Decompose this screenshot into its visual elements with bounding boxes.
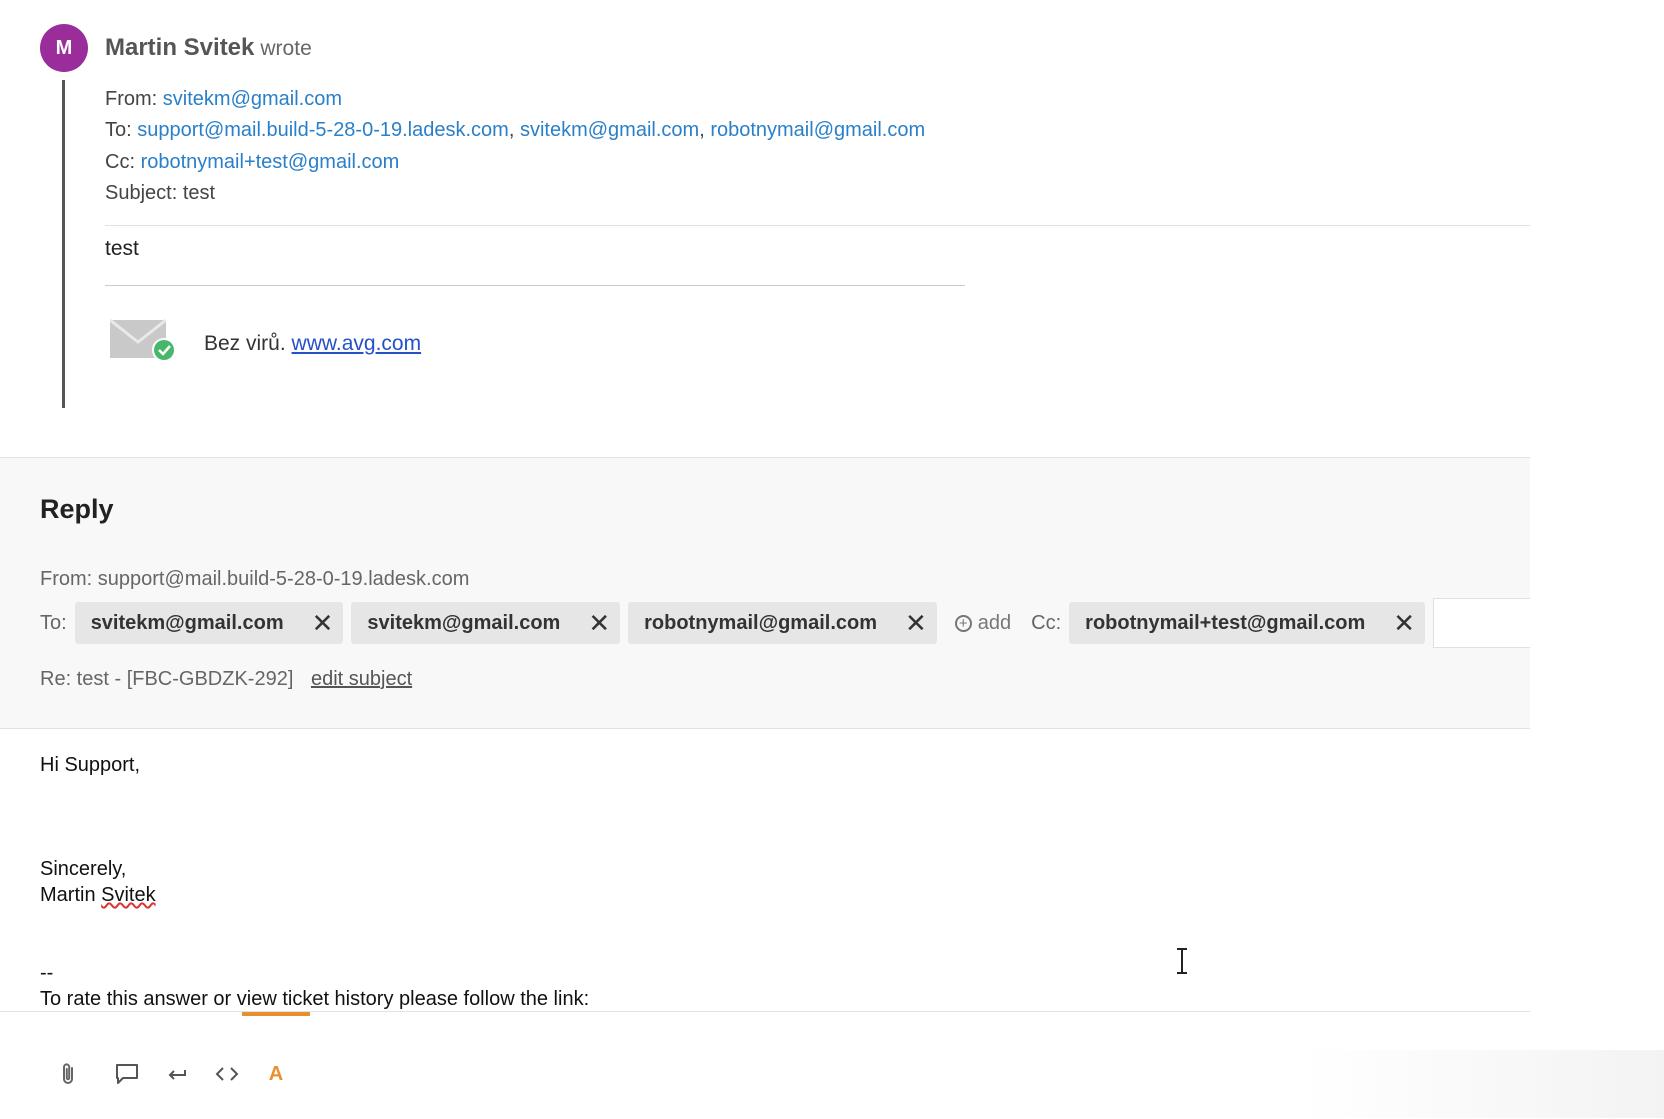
signature-first: Martin [40, 884, 96, 906]
email-view: M Martin Svitek wrote From: svitekm@gmail… [0, 0, 1544, 1119]
rate-line: To rate this answer or view ticket histo… [40, 988, 590, 1010]
toolbar-accent-indicator [242, 1012, 310, 1016]
recipients-row: To: svitekm@gmail.com ✕ svitekm@gmail.co… [40, 598, 1544, 648]
cc-input[interactable] [1433, 598, 1544, 648]
chip-address: robotnymail+test@gmail.com [1085, 611, 1366, 634]
signature-line: Martin Svitek [40, 882, 1440, 908]
window-edge-shadow [1300, 1050, 1664, 1118]
cc-label: Cc: [105, 151, 135, 173]
paperclip-icon [63, 1063, 73, 1084]
text-format-button[interactable]: A [262, 1060, 290, 1088]
subject-row: Re: test - [FBC-GBDZK-292] edit subject [40, 668, 412, 691]
avg-link[interactable]: www.avg.com [292, 332, 422, 355]
quoted-body: test [105, 237, 139, 260]
mail-check-icon [110, 318, 176, 362]
recipient-chip[interactable]: svitekm@gmail.com ✕ [351, 602, 621, 644]
edit-subject-link[interactable]: edit subject [311, 668, 412, 690]
remove-icon[interactable]: ✕ [905, 610, 927, 636]
to-address[interactable]: robotnymail@gmail.com [710, 119, 925, 141]
wrote-label: wrote [260, 37, 312, 60]
to-label: To: [105, 119, 132, 141]
comment-button[interactable] [113, 1060, 141, 1088]
code-icon [215, 1067, 239, 1081]
avg-text: Bez virů. [204, 332, 286, 355]
quoted-from: From: svitekm@gmail.com [105, 88, 342, 111]
greeting-line: Hi Support, [40, 754, 141, 776]
quoted-cc: Cc: robotnymail+test@gmail.com [105, 151, 399, 174]
avg-notice: Bez virů. www.avg.com [204, 332, 421, 356]
quote-bar [62, 80, 65, 408]
to-address[interactable]: support@mail.build-5-28-0-19.ladesk.com [137, 119, 509, 141]
reply-header: Reply From: support@mail.build-5-28-0-19… [0, 457, 1544, 729]
quoted-message: M Martin Svitek wrote From: svitekm@gmail… [0, 0, 1530, 457]
author-name: Martin Svitek [105, 34, 255, 61]
to-address[interactable]: svitekm@gmail.com [520, 119, 699, 141]
chip-address: robotnymail@gmail.com [644, 611, 877, 634]
add-label: add [977, 611, 1012, 634]
recipient-chip[interactable]: robotnymail@gmail.com ✕ [628, 602, 937, 644]
reply-title: Reply [40, 494, 114, 524]
divider [105, 225, 1530, 226]
reply-from: From: support@mail.build-5-28-0-19.lades… [40, 568, 470, 590]
add-recipient-button[interactable]: + add [954, 611, 1012, 635]
chip-address: svitekm@gmail.com [367, 611, 561, 634]
remove-icon[interactable]: ✕ [588, 610, 610, 636]
source-code-button[interactable] [213, 1060, 241, 1088]
quoted-to: To: support@mail.build-5-28-0-19.ladesk.… [105, 119, 926, 141]
quoted-subject: Subject: test [105, 182, 216, 204]
avatar: M [40, 24, 88, 72]
plus-circle-icon: + [954, 614, 972, 632]
reply-editor[interactable]: Hi Support, Sincerely, Martin Svitek -- … [40, 752, 1440, 1012]
separator-line: -- [40, 962, 54, 984]
to-label: To: [40, 611, 67, 634]
reply-subject: Re: test - [FBC-GBDZK-292] [40, 668, 294, 690]
attach-button[interactable] [55, 1060, 83, 1088]
remove-icon[interactable]: ✕ [1393, 610, 1415, 636]
spellcheck-word: Svitek [101, 884, 156, 906]
from-label: From: [105, 88, 158, 110]
remove-icon[interactable]: ✕ [312, 610, 334, 636]
reply-arrow-icon [168, 1070, 186, 1080]
cc-address[interactable]: robotnymail+test@gmail.com [141, 151, 400, 173]
author-line: Martin Svitek wrote [105, 34, 312, 62]
closing-line: Sincerely, [40, 858, 127, 880]
comment-icon [116, 1064, 138, 1084]
reply-button[interactable] [163, 1060, 191, 1088]
divider [105, 285, 965, 286]
chip-address: svitekm@gmail.com [90, 611, 284, 634]
from-address[interactable]: svitekm@gmail.com [163, 88, 342, 110]
cc-label: Cc: [1031, 611, 1062, 634]
recipient-chip[interactable]: svitekm@gmail.com ✕ [74, 602, 344, 644]
right-gutter [1530, 0, 1664, 1118]
cc-chip[interactable]: robotnymail+test@gmail.com ✕ [1069, 602, 1426, 644]
text-cursor-icon [1177, 948, 1187, 974]
